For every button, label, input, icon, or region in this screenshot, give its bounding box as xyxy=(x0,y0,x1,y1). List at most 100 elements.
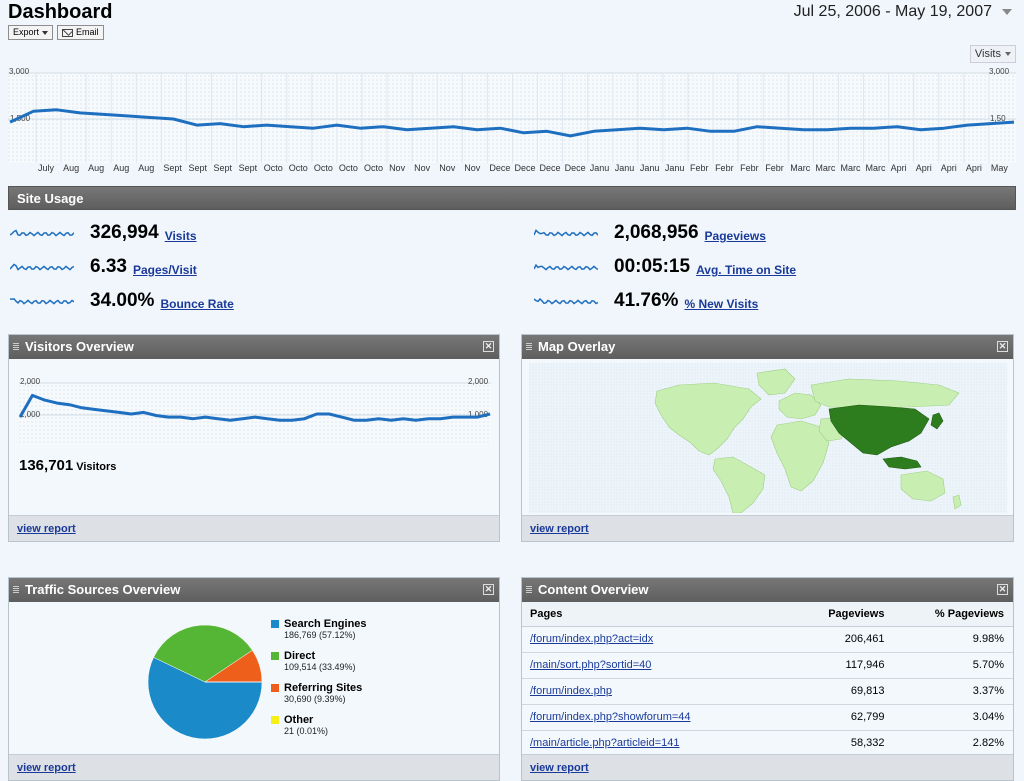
pageviews-cell: 69,813 xyxy=(793,678,894,705)
date-range-selector[interactable]: Jul 25, 2006 - May 19, 2007 xyxy=(794,3,1012,21)
usage-metric: 34.00% Bounce Rate xyxy=(10,290,234,312)
map-view-report-link[interactable]: view report xyxy=(530,523,589,535)
visitors-overview-panel: Visitors Overview ✕ 2,000 1,000 2,000 1,… xyxy=(8,334,500,542)
chevron-down-icon xyxy=(1002,9,1012,15)
table-row: /forum/index.php?act=idx 206,461 9.98% xyxy=(522,626,1013,653)
x-tick-label: Aug xyxy=(63,163,80,173)
usage-metric: 2,068,956 Pageviews xyxy=(534,222,766,244)
pct-cell: 3.04% xyxy=(893,704,1013,731)
page-link[interactable]: /forum/index.php xyxy=(522,678,794,705)
chevron-down-icon xyxy=(1005,52,1011,56)
page-link[interactable]: /forum/index.php?act=idx xyxy=(522,626,794,653)
usage-metric-link[interactable]: Pageviews xyxy=(705,229,766,243)
usage-metric-value: 2,068,956 xyxy=(614,222,699,243)
column-header-pages: Pages xyxy=(522,602,794,627)
content-table: Pages Pageviews % Pageviews /forum/index… xyxy=(522,602,1013,757)
sparkline xyxy=(10,229,74,237)
usage-metric-link[interactable]: % New Visits xyxy=(684,297,758,311)
x-tick-label: Aug xyxy=(88,163,105,173)
usage-metric: 6.33 Pages/Visit xyxy=(10,256,197,278)
traffic-sources-title: Traffic Sources Overview xyxy=(25,582,181,597)
close-icon[interactable]: ✕ xyxy=(483,341,494,352)
map-overlay-header[interactable]: Map Overlay ✕ xyxy=(522,335,1013,359)
sparkline xyxy=(10,263,74,271)
x-tick-label: Octo xyxy=(288,163,308,173)
pageviews-cell: 117,946 xyxy=(793,652,894,679)
close-icon[interactable]: ✕ xyxy=(997,584,1008,595)
pct-cell: 2.82% xyxy=(893,730,1013,757)
x-tick-label: Janu xyxy=(639,163,660,173)
content-view-report-link[interactable]: view report xyxy=(530,762,589,774)
drag-handle-icon[interactable] xyxy=(526,343,532,351)
usage-metric-link[interactable]: Visits xyxy=(165,229,197,243)
legend-name: Direct xyxy=(284,650,316,662)
x-tick-label: Apri xyxy=(965,163,982,173)
drag-handle-icon[interactable] xyxy=(13,586,19,594)
page-link[interactable]: /main/sort.php?sortid=40 xyxy=(522,652,794,679)
page-link[interactable]: /main/article.php?articleid=141 xyxy=(522,730,794,757)
traffic-sources-header[interactable]: Traffic Sources Overview ✕ xyxy=(9,578,499,602)
usage-metric-link[interactable]: Bounce Rate xyxy=(160,297,233,311)
content-table-header-row: Pages Pageviews % Pageviews xyxy=(522,602,1013,627)
legend-swatch xyxy=(271,620,279,628)
legend-item: Direct 109,514 (33.49%) xyxy=(271,650,367,672)
chevron-down-icon xyxy=(42,30,49,35)
visitors-total: 136,701 Visitors xyxy=(19,457,116,474)
pageviews-cell: 62,799 xyxy=(793,704,894,731)
visitors-y-top-left: 2,000 xyxy=(20,377,41,386)
x-tick-label: Dece xyxy=(514,163,536,173)
visitors-chart-svg: 2,000 1,000 2,000 1,000 xyxy=(19,377,491,445)
x-tick-label: Febr xyxy=(690,163,709,173)
column-header-pct-pageviews: % Pageviews xyxy=(893,602,1013,627)
drag-handle-icon[interactable] xyxy=(526,586,532,594)
sparkline xyxy=(534,263,598,271)
export-label: Export xyxy=(13,27,40,37)
action-buttons: Export Email xyxy=(8,25,104,40)
x-tick-label: Nov xyxy=(389,163,406,173)
pageviews-cell: 58,332 xyxy=(793,730,894,757)
visitors-overview-header[interactable]: Visitors Overview ✕ xyxy=(9,335,499,359)
x-tick-label: Febr xyxy=(765,163,784,173)
page-link[interactable]: /forum/index.php?showforum=44 xyxy=(522,704,794,731)
metric-select[interactable]: Visits xyxy=(969,45,1016,63)
email-label: Email xyxy=(76,27,99,37)
close-icon[interactable]: ✕ xyxy=(483,584,494,595)
y-tick-top-right: 3,000 xyxy=(989,67,1010,76)
x-tick-label: Nov xyxy=(439,163,456,173)
x-tick-label: Marc xyxy=(865,163,886,173)
usage-metric: 41.76% % New Visits xyxy=(534,290,758,312)
traffic-sources-footer: view report xyxy=(9,754,499,780)
visitors-plot-area xyxy=(19,383,491,445)
traffic-sources-view-report-link[interactable]: view report xyxy=(17,762,76,774)
map-overlay-title: Map Overlay xyxy=(538,339,616,354)
legend-item: Other 21 (0.01%) xyxy=(271,714,367,736)
legend-item: Referring Sites 30,690 (9.39%) xyxy=(271,682,367,704)
x-tick-label: Janu xyxy=(589,163,610,173)
legend-detail: 186,769 (57.12%) xyxy=(284,630,356,640)
content-overview-header[interactable]: Content Overview ✕ xyxy=(522,578,1013,602)
pct-cell: 5.70% xyxy=(893,652,1013,679)
page-title: Dashboard xyxy=(8,1,113,23)
x-tick-label: Apri xyxy=(915,163,932,173)
content-overview-title: Content Overview xyxy=(538,582,649,597)
x-tick-label: Sept xyxy=(238,163,258,173)
usage-metric-value: 41.76% xyxy=(614,290,679,311)
usage-metric-link[interactable]: Pages/Visit xyxy=(133,263,197,277)
usage-metric-value: 34.00% xyxy=(90,290,155,311)
email-button[interactable]: Email xyxy=(57,25,104,40)
usage-metric-link[interactable]: Avg. Time on Site xyxy=(696,263,796,277)
x-tick-label: Marc xyxy=(840,163,861,173)
traffic-sources-pie xyxy=(147,624,263,740)
export-button[interactable]: Export xyxy=(8,25,54,40)
x-tick-label: Sept xyxy=(188,163,207,173)
table-row: /forum/index.php?showforum=44 62,799 3.0… xyxy=(522,704,1013,731)
visitors-view-report-link[interactable]: view report xyxy=(17,523,76,535)
x-tick-label: Dece xyxy=(489,163,511,173)
content-overview-footer: view report xyxy=(522,754,1013,780)
close-icon[interactable]: ✕ xyxy=(997,341,1008,352)
drag-handle-icon[interactable] xyxy=(13,343,19,351)
traffic-sources-panel: Traffic Sources Overview ✕ Search Engine… xyxy=(8,577,500,781)
x-axis-month-labels: July Aug Aug Aug Aug Sept Sept Sept Sept Octo Octo… xyxy=(8,163,1016,177)
world-map[interactable] xyxy=(529,363,1007,513)
x-tick-label: Janu xyxy=(614,163,635,173)
